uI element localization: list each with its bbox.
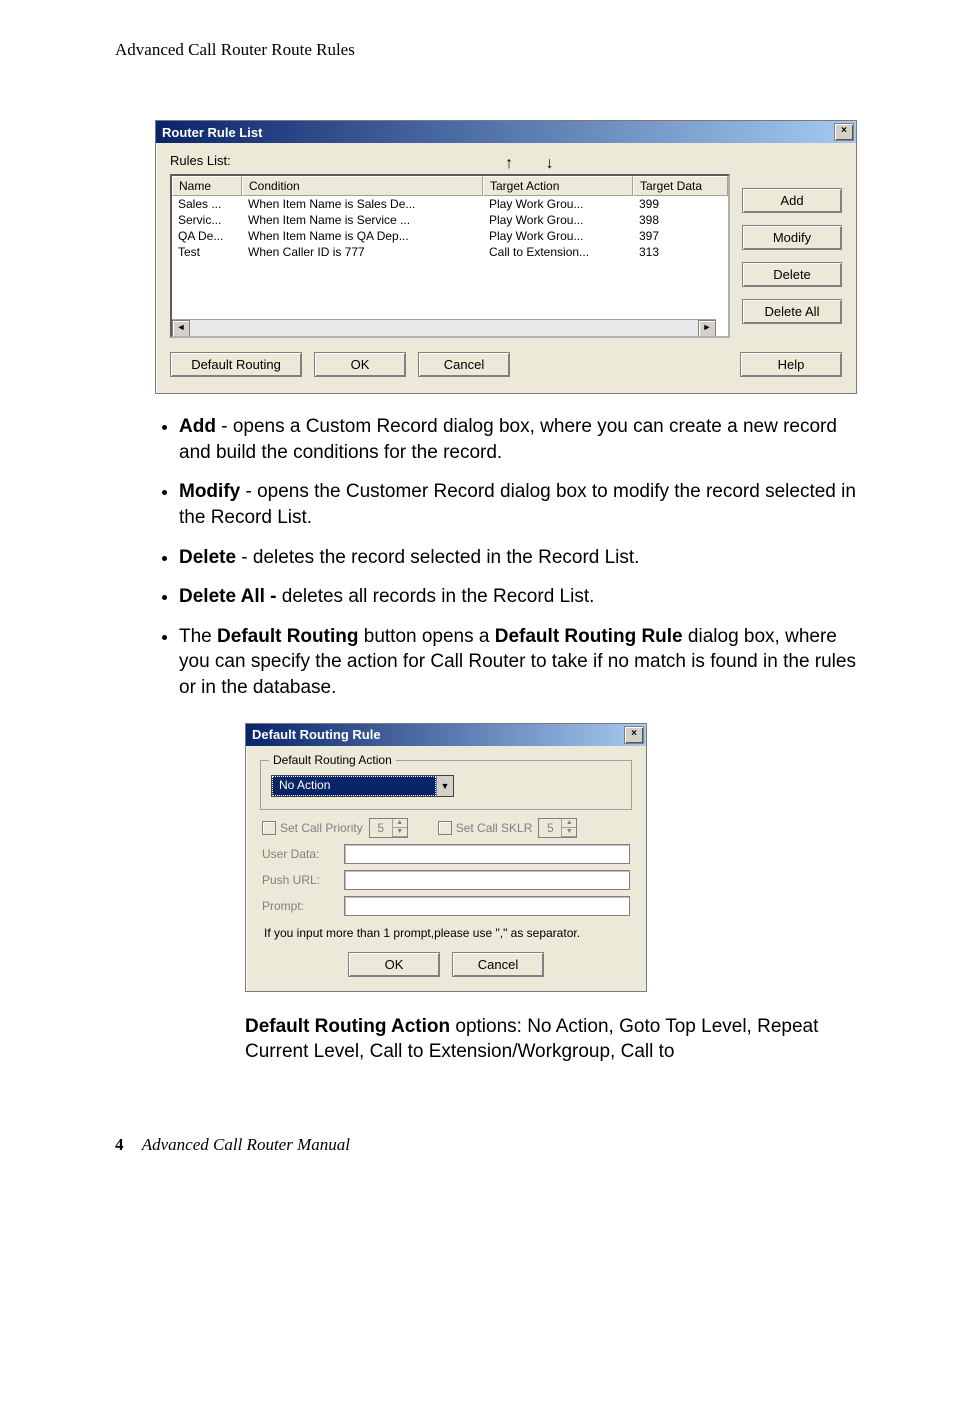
col-header-name[interactable]: Name — [172, 176, 242, 196]
default-routing-button[interactable]: Default Routing — [170, 352, 302, 377]
titlebar: Router Rule List × — [156, 121, 856, 143]
spin-up-icon[interactable]: ▲ — [562, 819, 576, 828]
list-item: The Default Routing button opens a Defau… — [179, 624, 864, 701]
bullet-label: Delete — [179, 547, 236, 568]
set-priority-checkbox[interactable] — [262, 821, 276, 835]
set-sklr-checkbox[interactable] — [438, 821, 452, 835]
push-url-label: Push URL: — [262, 873, 344, 887]
bullet-text: deletes all records in the Record List. — [277, 586, 595, 607]
chevron-down-icon[interactable]: ▼ — [436, 776, 453, 796]
ok-button[interactable]: OK — [314, 352, 406, 377]
group-title: Default Routing Action — [269, 753, 396, 767]
cell: 397 — [633, 228, 728, 244]
cell: When Item Name is Service ... — [242, 212, 483, 228]
bullet-text: - opens a Custom Record dialog box, wher… — [179, 416, 837, 463]
move-up-down-icons[interactable]: ↑ ↓ — [505, 155, 567, 173]
running-head: Advanced Call Router Route Rules — [115, 40, 864, 60]
cell: Play Work Grou... — [483, 212, 633, 228]
routing-action-combo[interactable]: No Action ▼ — [271, 775, 454, 797]
spin-down-icon[interactable]: ▼ — [562, 828, 576, 837]
rules-list-label: Rules List: — [170, 153, 231, 168]
spin-down-icon[interactable]: ▼ — [393, 828, 407, 837]
user-data-label: User Data: — [262, 847, 344, 861]
caption-paragraph: Default Routing Action options: No Actio… — [245, 1014, 845, 1065]
sklr-spinner[interactable]: 5 ▲▼ — [538, 818, 577, 838]
bullet-label: Add — [179, 416, 216, 437]
cell: Play Work Grou... — [483, 196, 633, 212]
ok-button[interactable]: OK — [348, 952, 440, 977]
page-number: 4 — [115, 1135, 124, 1154]
close-icon[interactable]: × — [624, 726, 644, 744]
bullet-label: Default Routing Rule — [495, 626, 683, 647]
cancel-button[interactable]: Cancel — [418, 352, 510, 377]
prompt-label: Prompt: — [262, 899, 344, 913]
cell: 399 — [633, 196, 728, 212]
cell: Call to Extension... — [483, 244, 633, 260]
user-data-input[interactable] — [344, 844, 630, 864]
cell: Sales ... — [172, 196, 242, 212]
caption-bold: Default Routing Action — [245, 1016, 450, 1037]
spinner-value: 5 — [539, 819, 562, 837]
set-sklr-label: Set Call SKLR — [456, 821, 533, 835]
priority-spinner[interactable]: 5 ▲▼ — [369, 818, 408, 838]
cell: 398 — [633, 212, 728, 228]
cell: When Item Name is QA Dep... — [242, 228, 483, 244]
routing-action-group: Default Routing Action No Action ▼ — [260, 760, 632, 810]
col-header-target-data[interactable]: Target Data — [633, 176, 728, 196]
bullet-text: - opens the Customer Record dialog box t… — [179, 481, 856, 528]
col-header-target-action[interactable]: Target Action — [483, 176, 633, 196]
table-row[interactable]: Servic... When Item Name is Service ... … — [172, 212, 728, 228]
list-item: Add - opens a Custom Record dialog box, … — [179, 414, 864, 465]
bullet-label: Delete All - — [179, 586, 277, 607]
set-priority-label: Set Call Priority — [280, 821, 363, 835]
delete-all-button[interactable]: Delete All — [742, 299, 842, 324]
table-row[interactable]: Test When Caller ID is 777 Call to Exten… — [172, 244, 728, 260]
cell: Test — [172, 244, 242, 260]
delete-button[interactable]: Delete — [742, 262, 842, 287]
prompt-hint: If you input more than 1 prompt,please u… — [264, 926, 628, 940]
bullet-label: Modify — [179, 481, 240, 502]
push-url-input[interactable] — [344, 870, 630, 890]
bullet-list: Add - opens a Custom Record dialog box, … — [115, 414, 864, 701]
list-item: Modify - opens the Customer Record dialo… — [179, 479, 864, 530]
scroll-left-icon[interactable]: ◄ — [172, 320, 190, 338]
titlebar: Default Routing Rule × — [246, 724, 646, 746]
default-routing-rule-dialog: Default Routing Rule × Default Routing A… — [245, 723, 647, 992]
add-button[interactable]: Add — [742, 188, 842, 213]
col-header-condition[interactable]: Condition — [242, 176, 483, 196]
scroll-right-icon[interactable]: ► — [698, 320, 716, 338]
dialog-title: Default Routing Rule — [252, 727, 624, 742]
combo-selected: No Action — [272, 776, 436, 796]
cell: 313 — [633, 244, 728, 260]
table-row[interactable]: Sales ... When Item Name is Sales De... … — [172, 196, 728, 212]
cell: Servic... — [172, 212, 242, 228]
modify-button[interactable]: Modify — [742, 225, 842, 250]
spinner-value: 5 — [370, 819, 393, 837]
bullet-text: button opens a — [358, 626, 494, 647]
cell: When Item Name is Sales De... — [242, 196, 483, 212]
close-icon[interactable]: × — [834, 123, 854, 141]
bullet-text: The — [179, 626, 217, 647]
bullet-label: Default Routing — [217, 626, 358, 647]
list-item: Delete All - deletes all records in the … — [179, 584, 864, 610]
cancel-button[interactable]: Cancel — [452, 952, 544, 977]
table-row[interactable]: QA De... When Item Name is QA Dep... Pla… — [172, 228, 728, 244]
cell: When Caller ID is 777 — [242, 244, 483, 260]
bullet-text: - deletes the record selected in the Rec… — [236, 547, 639, 568]
router-rule-list-dialog: Router Rule List × Rules List: ↑ ↓ — [155, 120, 857, 394]
prompt-input[interactable] — [344, 896, 630, 916]
manual-title: Advanced Call Router Manual — [142, 1135, 350, 1154]
cell: Play Work Grou... — [483, 228, 633, 244]
spin-up-icon[interactable]: ▲ — [393, 819, 407, 828]
cell: QA De... — [172, 228, 242, 244]
rules-listview[interactable]: Name Condition Target Action Target Data… — [170, 174, 730, 338]
dialog-title: Router Rule List — [162, 125, 834, 140]
help-button[interactable]: Help — [740, 352, 842, 377]
list-item: Delete - deletes the record selected in … — [179, 545, 864, 571]
page-footer: 4 Advanced Call Router Manual — [115, 1135, 864, 1155]
horizontal-scrollbar[interactable]: ◄ ► — [172, 319, 716, 336]
